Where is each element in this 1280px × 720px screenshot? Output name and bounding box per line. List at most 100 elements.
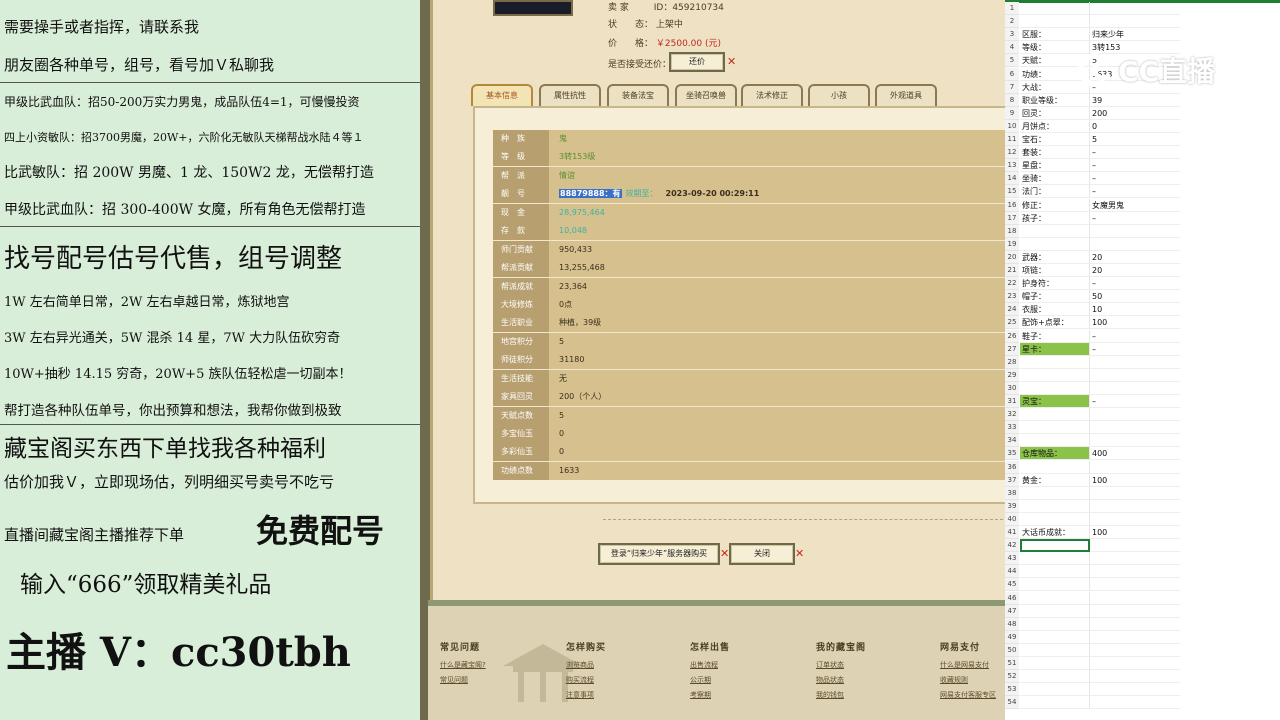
sheet-cell-label[interactable] [1020,552,1090,566]
row-number[interactable]: 53 [1005,683,1019,697]
counter-offer-button[interactable]: 还价 [669,52,725,72]
tab-basic-info[interactable]: 基本信息 [471,84,533,106]
row-number[interactable]: 24 [1005,303,1019,317]
sheet-cell-value[interactable]: 5 [1090,133,1180,147]
sheet-cell-label[interactable] [1020,643,1090,657]
row-number[interactable]: 22 [1005,277,1019,291]
sheet-cell-value[interactable]: 50 [1090,290,1180,304]
sheet-cell-value[interactable]: 女魔男鬼 [1090,199,1180,212]
sheet-cell-value[interactable]: – [1090,185,1180,199]
sheet-cell-label[interactable]: 项链： [1020,264,1090,278]
sheet-cell-value[interactable] [1090,592,1180,605]
footer-link[interactable]: 网易支付客服专区 [940,688,996,703]
sheet-cell-value[interactable] [1090,631,1180,644]
sheet-cell-label[interactable]: 大话币成就： [1020,526,1090,540]
row-number[interactable]: 6 [1005,67,1019,81]
footer-link[interactable]: 收藏规则 [940,673,996,688]
sheet-cell-label[interactable]: 护身符： [1020,277,1090,291]
row-number[interactable]: 9 [1005,106,1019,120]
sheet-cell-value[interactable] [1090,696,1180,710]
sheet-cell-value[interactable] [1090,565,1180,579]
row-number[interactable]: 17 [1005,211,1019,225]
row-number[interactable]: 36 [1005,460,1019,474]
sheet-cell-value[interactable]: 39 [1090,94,1180,107]
sheet-cell-value[interactable] [1090,513,1180,526]
row-number[interactable]: 11 [1005,133,1019,147]
sheet-cell-label[interactable]: 黄金： [1020,473,1090,487]
sheet-cell-label[interactable] [1020,486,1090,500]
tab-attributes[interactable]: 属性抗性 [539,84,601,106]
footer-link[interactable]: 什么是藏宝阁? [440,658,486,673]
row-number[interactable]: 46 [1005,591,1019,605]
sheet-cell-value[interactable]: 100 [1090,526,1180,540]
row-number[interactable]: 28 [1005,355,1019,369]
sheet-cell-label[interactable] [1020,512,1090,526]
sheet-cell-value[interactable]: – [1090,277,1180,291]
row-number[interactable]: 34 [1005,434,1019,448]
row-number[interactable]: 51 [1005,657,1019,671]
sheet-cell-value[interactable] [1090,225,1180,238]
sheet-cell-value[interactable]: – [1090,159,1180,173]
sheet-cell-value[interactable] [1090,238,1180,251]
row-number[interactable]: 43 [1005,552,1019,566]
sheet-cell-label[interactable]: 武器： [1020,250,1090,264]
footer-link[interactable]: 公示期 [690,673,730,688]
sheet-cell-value[interactable]: – [1090,212,1180,225]
row-number[interactable]: 19 [1005,237,1019,251]
row-number[interactable]: 52 [1005,670,1019,684]
sheet-cell-label[interactable]: 星卡： [1020,342,1090,356]
row-number[interactable]: 27 [1005,342,1019,356]
sheet-cell-label[interactable] [1020,565,1090,579]
sheet-cell-label[interactable] [1020,224,1090,238]
sheet-cell-value[interactable] [1090,605,1180,618]
sheet-cell-value[interactable] [1090,2,1180,16]
sheet-cell-value[interactable]: 400 [1090,447,1180,461]
sheet-cell-label[interactable] [1020,434,1090,448]
sheet-cell-value[interactable] [1090,683,1180,697]
sheet-cell-label[interactable]: 衣服： [1020,303,1090,317]
footer-link[interactable]: 考察期 [690,688,730,703]
footer-link[interactable]: 我的钱包 [816,688,866,703]
sheet-cell-value[interactable] [1090,539,1180,553]
row-number[interactable]: 5 [1005,54,1019,68]
row-number[interactable]: 7 [1005,80,1019,94]
row-number[interactable]: 45 [1005,578,1019,592]
row-number[interactable]: 47 [1005,604,1019,618]
sheet-cell-value[interactable]: 100 [1090,316,1180,330]
row-number[interactable]: 30 [1005,381,1019,395]
row-number[interactable]: 8 [1005,93,1019,107]
sheet-cell-value[interactable] [1090,434,1180,448]
sheet-cell-label[interactable] [1020,670,1090,684]
row-number[interactable]: 35 [1005,447,1019,461]
row-number[interactable]: 16 [1005,198,1019,212]
tab-children[interactable]: 小孩 [808,84,870,106]
tab-spell-correction[interactable]: 法术修正 [741,84,803,106]
sheet-cell-value[interactable] [1090,578,1180,592]
sheet-cell-label[interactable] [1020,15,1090,29]
sheet-cell-label[interactable]: 配饰+点翠： [1020,316,1090,330]
sheet-cell-label[interactable]: 星盘： [1020,159,1090,173]
sheet-cell-value[interactable]: 0 [1090,120,1180,133]
row-number[interactable]: 54 [1005,696,1019,710]
row-number[interactable]: 23 [1005,290,1019,304]
sheet-cell-value[interactable]: 10 [1090,303,1180,317]
sheet-cell-value[interactable]: – [1090,330,1180,343]
sheet-cell-label[interactable]: 法门： [1020,185,1090,199]
sheet-cell-label[interactable] [1020,696,1090,710]
row-number[interactable]: 13 [1005,159,1019,173]
row-number[interactable]: 38 [1005,486,1019,500]
sheet-cell-label[interactable] [1020,683,1090,697]
sheet-cell-value[interactable] [1090,408,1180,422]
row-number[interactable]: 50 [1005,643,1019,657]
sheet-cell-value[interactable]: – [1090,146,1180,160]
sheet-cell-value[interactable] [1090,461,1180,474]
sheet-cell-label[interactable] [1020,604,1090,618]
row-number[interactable]: 25 [1005,316,1019,330]
row-number[interactable]: 49 [1005,630,1019,644]
sheet-cell-label[interactable]: 帽子： [1020,290,1090,304]
tab-equipment[interactable]: 装备法宝 [607,84,669,106]
selected-text[interactable]: 88879888：有 [559,189,622,199]
sheet-cell-label[interactable]: 鞋子： [1020,329,1090,343]
sheet-cell-label[interactable]: 仓库物品： [1020,447,1090,461]
footer-link[interactable]: 出售流程 [690,658,730,673]
